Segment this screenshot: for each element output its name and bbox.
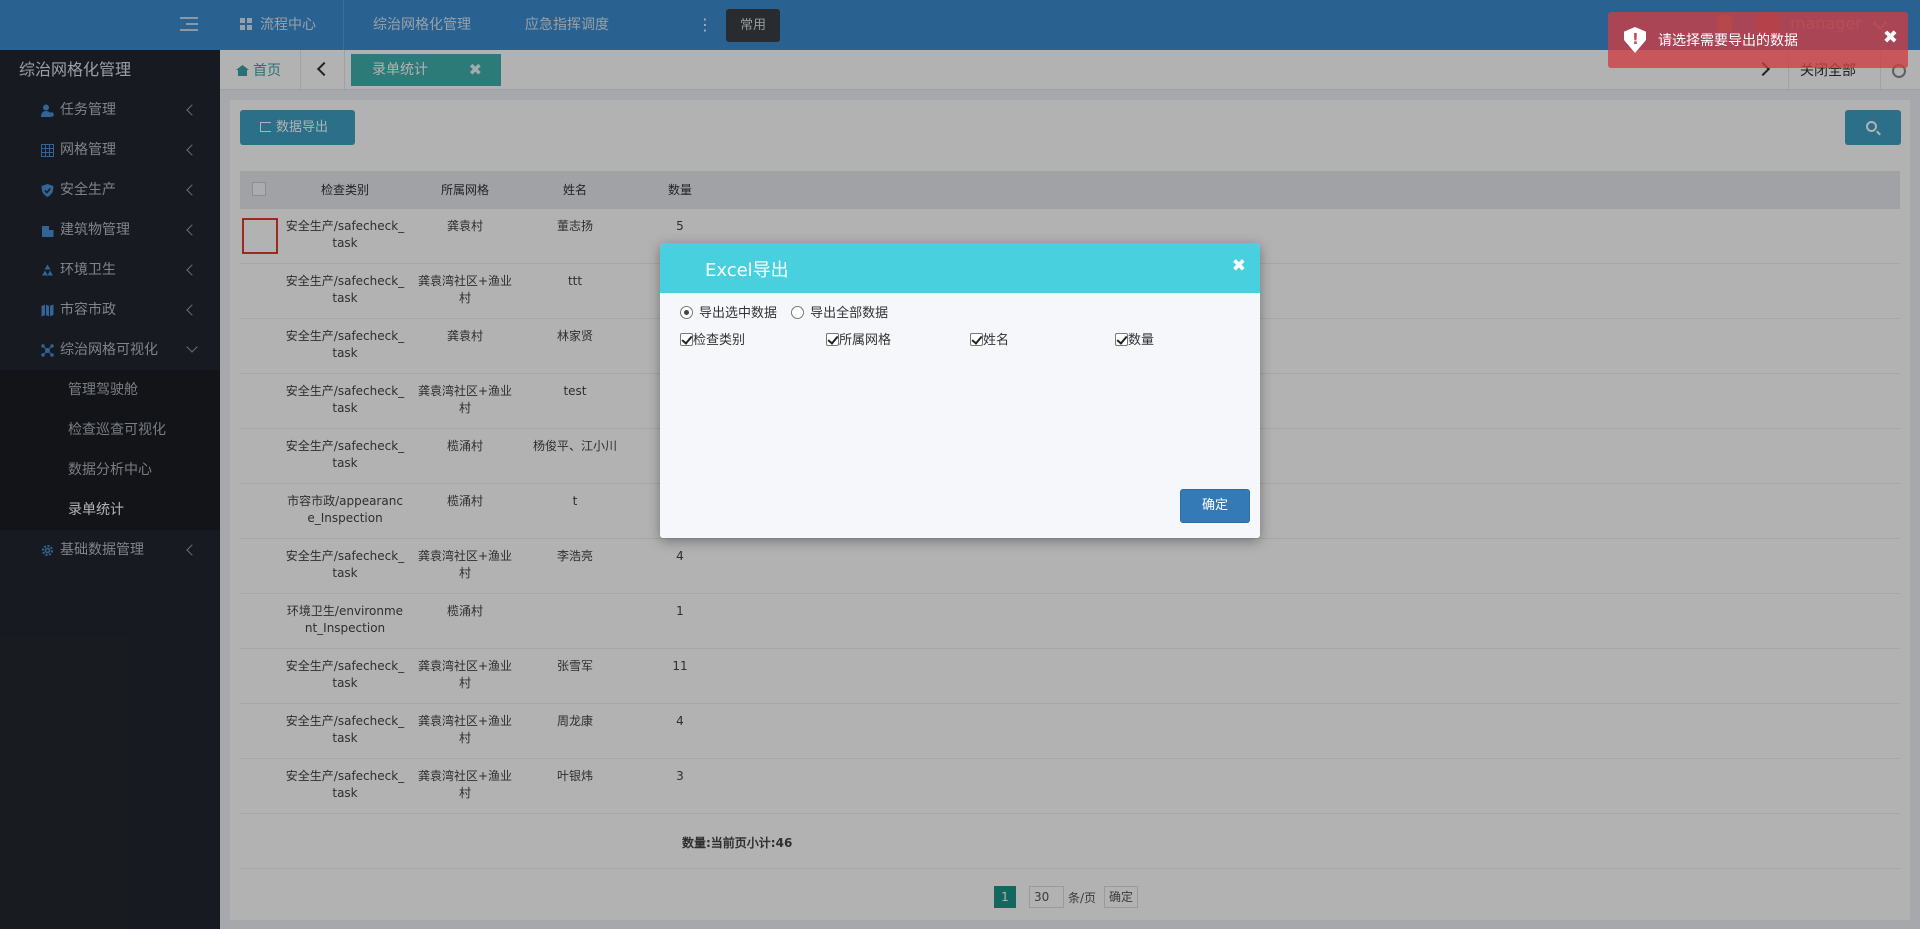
radio-unchecked[interactable] [791, 306, 805, 319]
dialog-title: Excel导出 [705, 260, 789, 281]
checkbox-checked[interactable] [680, 333, 693, 346]
field-checkbox-grid[interactable]: 所属网格 [826, 329, 891, 348]
close-icon[interactable]: ✖ [1232, 256, 1246, 276]
field-checkbox-category[interactable]: 检查类别 [680, 329, 745, 348]
error-toast: 请选择需要导出的数据 ✖ [1608, 12, 1908, 68]
confirm-button[interactable]: 确定 [1180, 489, 1250, 523]
close-icon[interactable]: ✖ [1883, 27, 1898, 48]
checkbox-checked[interactable] [826, 333, 839, 346]
checkbox-checked[interactable] [970, 333, 983, 346]
radio-export-all[interactable]: 导出全部数据 [791, 306, 888, 321]
warning-shield-icon [1624, 27, 1646, 53]
field-checkbox-name[interactable]: 姓名 [970, 329, 1009, 348]
dialog-header: Excel导出 ✖ [660, 243, 1260, 293]
excel-export-dialog: Excel导出 ✖ 导出选中数据 导出全部数据 检查类别 所属网格 姓名 数量 … [660, 243, 1260, 538]
checkbox-checked[interactable] [1115, 333, 1128, 346]
export-scope-group: 导出选中数据 导出全部数据 [680, 302, 888, 321]
field-checkbox-count[interactable]: 数量 [1115, 329, 1154, 348]
toast-message: 请选择需要导出的数据 [1658, 33, 1798, 49]
radio-checked[interactable] [680, 306, 693, 319]
radio-export-selected[interactable]: 导出选中数据 [680, 306, 777, 321]
